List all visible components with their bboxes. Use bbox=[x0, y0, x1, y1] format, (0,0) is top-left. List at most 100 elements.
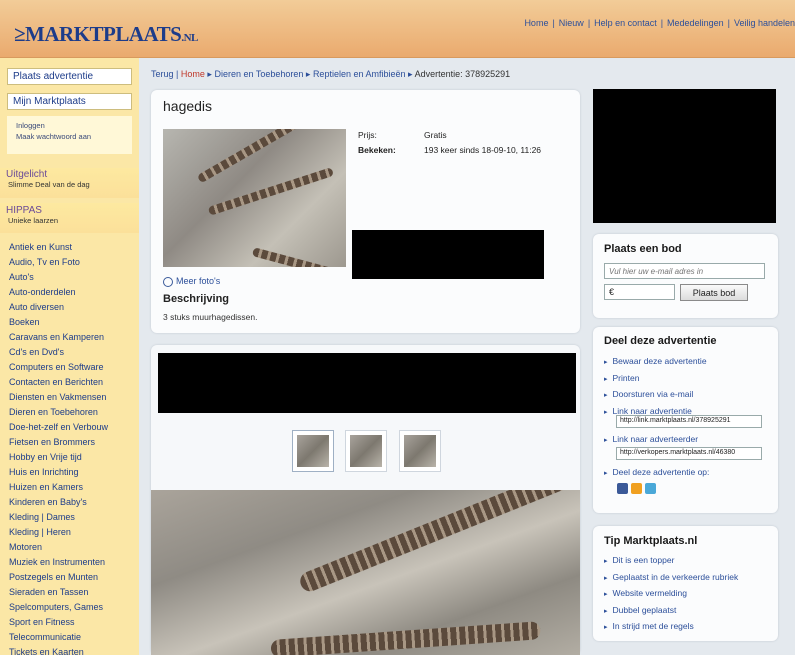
hippas-title: HIPPAS bbox=[6, 205, 42, 216]
category-item[interactable]: Audio, Tv en Foto bbox=[9, 255, 108, 270]
category-item[interactable]: Kinderen en Baby's bbox=[9, 495, 108, 510]
advertentie-url-field[interactable]: http://link.marktplaats.nl/378925291 bbox=[616, 415, 762, 428]
category-item[interactable]: Doe-het-zelf en Verbouw bbox=[9, 420, 108, 435]
tip-dubbel-link[interactable]: Dubbel geplaatst bbox=[604, 603, 738, 620]
inloggen-link[interactable]: Inloggen bbox=[16, 120, 132, 131]
tip-title: Tip Marktplaats.nl bbox=[604, 535, 698, 547]
tip-regels-link[interactable]: In strijd met de regels bbox=[604, 619, 738, 636]
category-item[interactable]: Antiek en Kunst bbox=[9, 240, 108, 255]
marktplaats-logo[interactable]: ≥MARKTPLAATS.NL bbox=[14, 22, 198, 47]
tip-rubriek-link[interactable]: Geplaatst in de verkeerde rubriek bbox=[604, 570, 739, 587]
category-item[interactable]: Huizen en Kamers bbox=[9, 480, 108, 495]
beschrijving-text: 3 stuks muurhagedissen. bbox=[163, 312, 258, 322]
plaats-bod-button[interactable]: Plaats bod bbox=[680, 284, 748, 301]
category-item[interactable]: Muziek en Instrumenten bbox=[9, 555, 108, 570]
plaats-advertentie-button[interactable]: Plaats advertentie bbox=[7, 68, 132, 85]
deel-op-label: Deel deze advertentie op: bbox=[604, 465, 710, 482]
lizard-shape bbox=[270, 621, 541, 655]
category-item[interactable]: Contacten en Berichten bbox=[9, 375, 108, 390]
adverteerder-url-field[interactable]: http://verkopers.marktplaats.nl/46380 bbox=[616, 447, 762, 460]
category-item[interactable]: Postzegels en Munten bbox=[9, 570, 108, 585]
category-item[interactable]: Sport en Fitness bbox=[9, 615, 108, 630]
nav-home[interactable]: Home bbox=[524, 18, 548, 28]
thumbnail-1[interactable] bbox=[292, 430, 334, 472]
category-item[interactable]: Spelcomputers, Games bbox=[9, 600, 108, 615]
category-item[interactable]: Kleding | Dames bbox=[9, 510, 108, 525]
tip-website-link[interactable]: Website vermelding bbox=[604, 586, 738, 603]
category-item[interactable]: Dieren en Toebehoren bbox=[9, 405, 108, 420]
category-item[interactable]: Sieraden en Tassen bbox=[9, 585, 108, 600]
facebook-icon[interactable] bbox=[617, 483, 628, 494]
nav-help[interactable]: Help en contact bbox=[594, 18, 657, 28]
category-item[interactable]: Fietsen en Brommers bbox=[9, 435, 108, 450]
breadcrumb-arrow: ▸ bbox=[408, 69, 413, 79]
category-item[interactable]: Telecommunicatie bbox=[9, 630, 108, 645]
deel-op-list: Deel deze advertentie op: bbox=[604, 465, 710, 482]
lizard-shape bbox=[297, 490, 580, 595]
thumbnail-2[interactable] bbox=[345, 430, 387, 472]
breadcrumb-arrow: ▸ bbox=[305, 69, 311, 79]
bekeken-value: 193 keer sinds 18-09-10, 11:26 bbox=[424, 145, 542, 155]
email-input[interactable] bbox=[604, 263, 765, 279]
category-item[interactable]: Huis en Inrichting bbox=[9, 465, 108, 480]
category-item[interactable]: Caravans en Kamperen bbox=[9, 330, 108, 345]
breadcrumb-advertentie: Advertentie: 378925291 bbox=[414, 69, 511, 79]
breadcrumb-terug[interactable]: Terug bbox=[151, 69, 174, 79]
main-photo[interactable] bbox=[163, 129, 346, 267]
lizard-shape bbox=[251, 247, 346, 267]
category-list: Antiek en Kunst Audio, Tv en Foto Auto's Au… bbox=[9, 240, 108, 655]
sidebar: Plaats advertentie Mijn Marktplaats Inlo… bbox=[0, 58, 139, 655]
category-item[interactable]: Computers en Software bbox=[9, 360, 108, 375]
beschrijving-title: Beschrijving bbox=[163, 293, 230, 305]
thumbnail-image bbox=[297, 435, 329, 467]
hippas-promo[interactable]: HIPPAS Unieke laarzen bbox=[0, 203, 139, 233]
category-item[interactable]: Diensten en Vakmensen bbox=[9, 390, 108, 405]
large-photo[interactable] bbox=[151, 490, 580, 655]
nav-sep: | bbox=[660, 18, 664, 28]
nav-sep: | bbox=[727, 18, 730, 28]
nav-mededelingen[interactable]: Mededelingen bbox=[667, 18, 724, 28]
category-item[interactable]: Auto-onderdelen bbox=[9, 285, 108, 300]
tip-links: Dit is een topper Geplaatst in de verkee… bbox=[604, 553, 739, 636]
deel-links: Bewaar deze advertentie Printen Doorstur… bbox=[604, 354, 707, 420]
category-item[interactable]: Auto's bbox=[9, 270, 108, 285]
nav-nieuw[interactable]: Nieuw bbox=[559, 18, 584, 28]
wachtwoord-link[interactable]: Maak wachtwoord aan bbox=[16, 131, 132, 142]
category-item[interactable]: Boeken bbox=[9, 315, 108, 330]
category-item[interactable]: Kleding | Heren bbox=[9, 525, 108, 540]
lizard-shape bbox=[207, 167, 335, 216]
thumbnail-image bbox=[404, 435, 436, 467]
top-nav: Home | Nieuw | Help en contact | Mededelingen |… bbox=[524, 18, 795, 28]
breadcrumb-arrow: ▸ bbox=[207, 69, 212, 79]
breadcrumb-reptielen[interactable]: Reptielen en Amfibieën bbox=[313, 69, 406, 79]
hippas-sub: Unieke laarzen bbox=[8, 216, 59, 225]
login-box: Inloggen Maak wachtwoord aan bbox=[7, 116, 132, 154]
bewaar-link[interactable]: Bewaar deze advertentie bbox=[604, 354, 707, 371]
email-share-icon[interactable] bbox=[631, 483, 642, 494]
breadcrumb-home[interactable]: Home bbox=[181, 69, 205, 79]
logo-tld: .NL bbox=[181, 32, 198, 44]
breadcrumb-dieren[interactable]: Dieren en Toebehoren bbox=[214, 69, 303, 79]
printen-link[interactable]: Printen bbox=[604, 371, 707, 388]
bod-amount-input[interactable] bbox=[604, 284, 675, 300]
mijn-marktplaats-button[interactable]: Mijn Marktplaats bbox=[7, 93, 132, 110]
redacted-banner bbox=[158, 353, 576, 413]
meer-fotos-label: Meer foto's bbox=[176, 276, 221, 286]
category-item[interactable]: Hobby en Vrije tijd bbox=[9, 450, 108, 465]
thumbnail-3[interactable] bbox=[399, 430, 441, 472]
twitter-icon[interactable] bbox=[645, 483, 656, 494]
redacted-ad-block bbox=[593, 89, 776, 223]
category-item[interactable]: Cd's en Dvd's bbox=[9, 345, 108, 360]
category-item[interactable]: Auto diversen bbox=[9, 300, 108, 315]
doorsturen-link[interactable]: Doorsturen via e-mail bbox=[604, 387, 707, 404]
breadcrumb-sep: | bbox=[176, 69, 179, 79]
category-item[interactable]: Motoren bbox=[9, 540, 108, 555]
thumbnail-pointer bbox=[296, 473, 332, 491]
category-item[interactable]: Tickets en Kaarten bbox=[9, 645, 108, 655]
nav-veilig-handelen[interactable]: Veilig handelen bbox=[734, 18, 795, 28]
header: ≥MARKTPLAATS.NL Home | Nieuw | Help en conta… bbox=[0, 0, 795, 58]
meer-fotos-link[interactable]: Meer foto's bbox=[163, 276, 220, 287]
tip-topper-link[interactable]: Dit is een topper bbox=[604, 553, 738, 570]
nav-sep: | bbox=[587, 18, 591, 28]
uitgelicht-promo[interactable]: Uitgelicht Slimme Deal van de dag bbox=[0, 168, 139, 198]
